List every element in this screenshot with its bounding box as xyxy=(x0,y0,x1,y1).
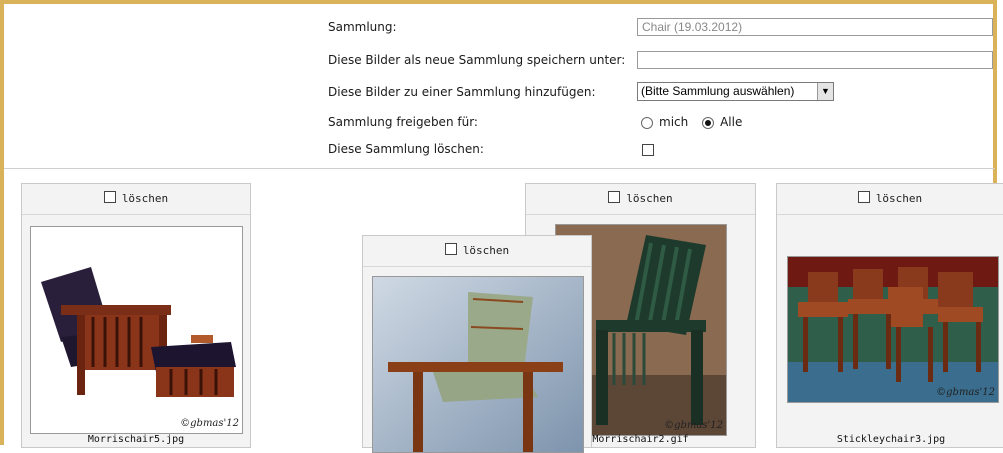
image-card: löschen xyxy=(21,183,251,448)
delete-collection-wrap xyxy=(642,138,654,160)
share-me-radio[interactable] xyxy=(641,116,653,129)
card-header: löschen xyxy=(22,184,250,215)
delete-image-label: löschen xyxy=(121,192,169,205)
save-as-label: Diese Bilder als neue Sammlung speichern… xyxy=(328,53,626,67)
image-card: löschen xyxy=(362,235,592,453)
share-all-label: Alle xyxy=(720,115,743,129)
card-header: löschen xyxy=(526,184,755,215)
save-as-input[interactable] xyxy=(637,51,993,69)
delete-image-checkbox[interactable] xyxy=(857,191,870,203)
share-radio-group: mich Alle xyxy=(641,111,742,133)
collection-name-field[interactable]: Chair (19.03.2012) xyxy=(637,18,993,36)
delete-image-label: löschen xyxy=(626,192,673,205)
leather-armchair-image xyxy=(373,277,583,452)
share-me-label: mich xyxy=(659,115,689,129)
delete-image-checkbox[interactable] xyxy=(608,191,621,203)
image-thumbnail[interactable]: ©gbmas'12 xyxy=(787,256,999,403)
card-header: löschen xyxy=(363,236,591,267)
share-all-radio[interactable] xyxy=(702,116,715,129)
collection-label: Sammlung: xyxy=(328,20,397,34)
delete-collection-checkbox[interactable] xyxy=(642,143,654,156)
add-to-collection-label: Diese Bilder zu einer Sammlung hinzufüge… xyxy=(328,85,596,99)
watermark: ©gbmas'12 xyxy=(664,420,723,431)
image-thumbnail[interactable] xyxy=(372,276,584,453)
watermark: ©gbmas'12 xyxy=(936,387,995,398)
delete-image-label: löschen xyxy=(875,192,923,205)
divider xyxy=(4,168,995,169)
image-card: löschen xyxy=(776,183,1003,448)
share-label: Sammlung freigeben für: xyxy=(328,115,478,129)
delete-collection-label: Diese Sammlung löschen: xyxy=(328,142,484,156)
image-thumbnail[interactable]: ©gbmas'12 xyxy=(30,226,243,434)
delete-image-checkbox[interactable] xyxy=(103,191,116,203)
image-filename: Stickleychair3.jpg xyxy=(836,434,946,445)
delete-image-checkbox[interactable] xyxy=(444,243,457,255)
card-header: löschen xyxy=(777,184,1003,215)
chevron-down-icon[interactable]: ▼ xyxy=(817,83,833,100)
watermark: ©gbmas'12 xyxy=(180,418,239,429)
add-to-collection-select[interactable]: (Bitte Sammlung auswählen) ▼ xyxy=(637,82,834,101)
delete-image-label: löschen xyxy=(462,244,510,257)
image-filename: Morrischair5.jpg xyxy=(87,434,185,445)
stickley-chairs-image xyxy=(788,257,998,402)
add-to-collection-selected: (Bitte Sammlung auswählen) xyxy=(641,84,795,98)
morris-chair-image xyxy=(31,227,242,433)
